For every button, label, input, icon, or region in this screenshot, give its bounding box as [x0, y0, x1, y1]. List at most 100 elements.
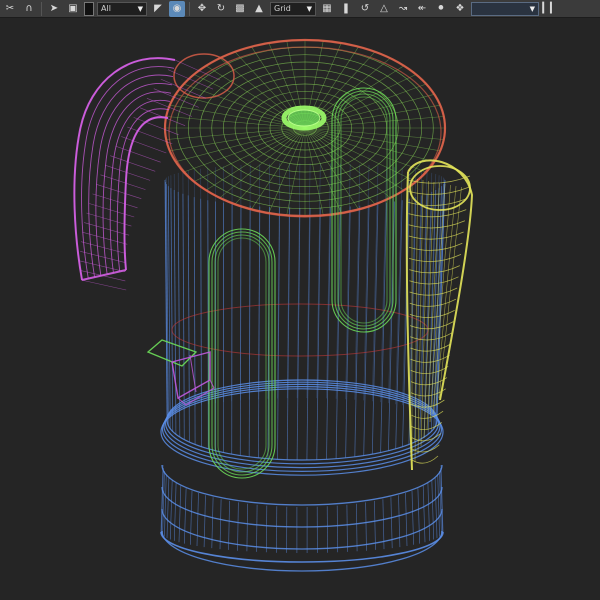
body-back-edge: [168, 176, 171, 416]
foot-vertical-edge: [422, 485, 426, 543]
foot-vertical-edge: [184, 488, 187, 544]
bind-icon[interactable]: △: [376, 1, 392, 17]
handle-cross-edge: [92, 193, 138, 209]
body-vertical-edge: [395, 200, 403, 449]
lid-radial-edge: [304, 127, 427, 173]
body-back-edge: [170, 175, 173, 414]
named-selection-set-dropdown[interactable]: ▼: [471, 1, 539, 16]
handle-cross-edge: [82, 231, 128, 245]
lid-radial-edge: [251, 127, 306, 210]
foot-vertical-edge: [417, 488, 420, 544]
body-inner-ring: [171, 303, 429, 357]
handle-cross-edge: [174, 59, 221, 81]
body-back-edge: [395, 167, 403, 405]
water-level-windows[interactable]: [208, 87, 397, 479]
main-toolbar: ✂ ∩ ➤ ▣ All ▼ ◤ ◉ ✥ ↻ ▩ ▲ Grid ▼ ▦ ❚ ↺ △…: [0, 0, 600, 18]
foot-bottom-edge: [160, 531, 444, 563]
reference-coordinate-dropdown[interactable]: Grid ▼: [270, 1, 316, 16]
lid-radial-edge: [304, 127, 441, 152]
body-vertical-edge: [306, 207, 311, 461]
viewport-app: ✂ ∩ ➤ ▣ All ▼ ◤ ◉ ✥ ↻ ▩ ▲ Grid ▼ ▦ ❚ ↺ △…: [0, 0, 600, 600]
foot-vertical-edge: [246, 503, 248, 552]
foot-vertical-edge: [169, 479, 173, 540]
percent-snap-icon[interactable]: ⚫: [433, 1, 449, 17]
body-vertical-edge: [380, 202, 387, 453]
kettle-handle-wireframe[interactable]: [73, 57, 221, 291]
body-vertical-edge: [326, 207, 331, 460]
foot-vertical-edge: [166, 477, 170, 539]
foot-vertical-edge: [431, 479, 435, 540]
foot-vertical-edge: [437, 474, 440, 537]
body-back-edge: [435, 177, 444, 417]
kettle-lid-wireframe[interactable]: [163, 38, 447, 218]
scale-icon[interactable]: ▩: [232, 1, 248, 17]
body-vertical-edge: [345, 206, 351, 458]
snap-toggle-icon[interactable]: ↝: [395, 1, 411, 17]
select-move-icon[interactable]: ✥: [194, 1, 210, 17]
power-switch-wireframe[interactable]: [146, 339, 215, 406]
place-icon[interactable]: ▲: [251, 1, 267, 17]
body-back-edge: [372, 165, 379, 402]
handle-cross-edge: [160, 78, 206, 99]
lid-radial-edge: [234, 127, 306, 205]
foot-vertical-edge: [164, 474, 167, 537]
body-vertical-edge: [363, 204, 370, 456]
selection-filter-dropdown[interactable]: All ▼: [97, 1, 147, 16]
body-base-ring: [160, 388, 444, 476]
foot-vertical-edge: [178, 485, 182, 543]
spout-mouth: [409, 165, 471, 211]
body-vertical-edge: [286, 207, 291, 460]
handle-cross-edge: [100, 174, 146, 190]
lid-radial-edge: [175, 127, 306, 162]
handle-cross-edge: [84, 222, 130, 236]
body-back-edge: [326, 163, 331, 399]
lid-radial-edge: [183, 127, 306, 173]
body-vertical-edge: [388, 201, 395, 451]
foot-vertical-edge: [434, 477, 438, 539]
angle-snap-icon[interactable]: ↞: [414, 1, 430, 17]
chevron-down-icon: ▼: [306, 4, 312, 13]
rotate-icon[interactable]: ↻: [213, 1, 229, 17]
lid-knob-fill: [287, 109, 321, 127]
perspective-viewport[interactable]: [0, 18, 600, 600]
body-back-edge: [363, 165, 370, 401]
lid-radial-edge: [304, 127, 435, 162]
foot-vertical-edge: [190, 490, 193, 545]
magnet-icon[interactable]: ∩: [21, 1, 37, 17]
select-arrow-icon[interactable]: ➤: [46, 1, 62, 17]
foot-vertical-edge: [196, 492, 199, 547]
body-back-edge: [388, 167, 395, 404]
mirror-icon[interactable]: ▎▎: [542, 1, 558, 17]
foot-vertical-edge: [405, 492, 408, 547]
foot-vertical-edge: [237, 502, 239, 551]
lid-radial-edge: [205, 127, 306, 191]
link-icon[interactable]: ❚: [338, 1, 354, 17]
chevron-down-icon: ▼: [529, 4, 535, 13]
pivot-icon[interactable]: ▦: [319, 1, 335, 17]
edge-tool-icon[interactable]: ✂: [2, 1, 18, 17]
square-select-icon[interactable]: ▣: [65, 1, 81, 17]
color-swatch-icon[interactable]: [84, 1, 94, 16]
back-water-window: [337, 93, 391, 327]
foot-vertical-edge: [265, 505, 268, 553]
lasso-select-icon[interactable]: ◤: [150, 1, 166, 17]
spinner-snap-icon[interactable]: ❖: [452, 1, 468, 17]
foot-vertical-edge: [365, 502, 367, 551]
body-base-ring: [163, 383, 441, 469]
unlink-icon[interactable]: ↺: [357, 1, 373, 17]
kettle-body-wireframe[interactable]: [160, 163, 446, 572]
foot-vertical-edge: [256, 504, 258, 552]
snap-magnet-icon[interactable]: ◉: [169, 0, 185, 17]
reference-coordinate-value: Grid: [274, 3, 291, 13]
handle-cross-edge: [81, 279, 127, 291]
body-back-edge: [200, 168, 202, 406]
foot-vertical-edge: [398, 495, 401, 548]
foot-vertical-edge: [411, 490, 414, 545]
foot-vertical-edge: [346, 504, 348, 552]
handle-bottom-cap: [81, 269, 127, 281]
foot-vertical-edge: [203, 495, 206, 548]
handle-loop-line: [95, 83, 173, 276]
foot-vertical-edge: [427, 482, 431, 541]
body-vertical-edge: [316, 207, 321, 460]
kettle-wireframe-model[interactable]: [0, 18, 600, 600]
